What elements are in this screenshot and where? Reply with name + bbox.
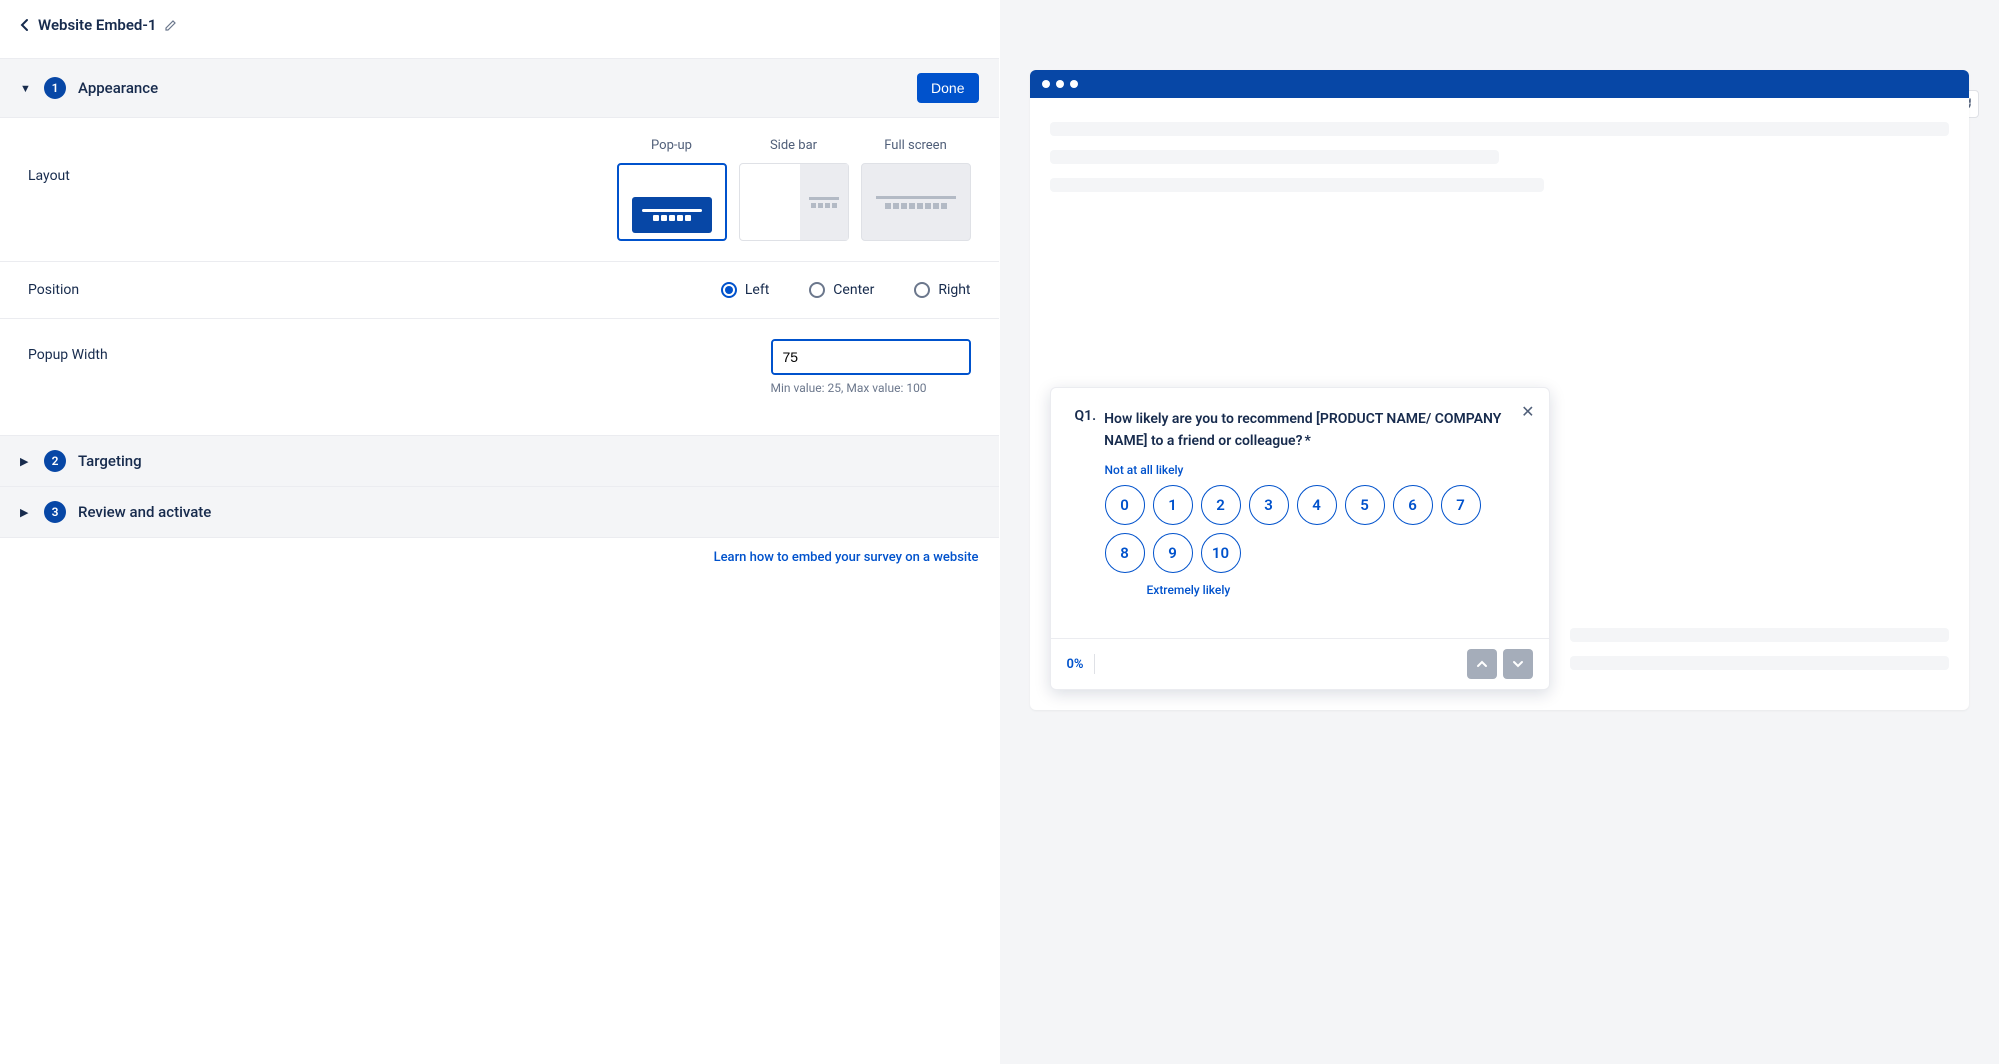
nav-prev-button[interactable] bbox=[1467, 649, 1497, 679]
chevron-up-icon bbox=[1476, 658, 1488, 670]
divider bbox=[1094, 654, 1095, 674]
caret-down-icon: ▼ bbox=[20, 82, 32, 95]
radio-icon bbox=[809, 282, 825, 298]
nps-option-5[interactable]: 5 bbox=[1345, 485, 1385, 525]
chevron-down-icon bbox=[1512, 658, 1524, 670]
section-title: Review and activate bbox=[78, 503, 211, 521]
position-radio-left[interactable]: Left bbox=[721, 282, 769, 298]
back-chevron-icon[interactable] bbox=[20, 18, 30, 32]
close-icon[interactable]: ✕ bbox=[1521, 402, 1534, 421]
nps-option-7[interactable]: 7 bbox=[1441, 485, 1481, 525]
section-appearance-header[interactable]: ▼ 1 Appearance Done bbox=[0, 58, 999, 118]
layout-option-fullscreen[interactable]: Full screen bbox=[861, 138, 971, 241]
step-badge: 2 bbox=[44, 450, 66, 472]
popup-width-hint: Min value: 25, Max value: 100 bbox=[771, 381, 927, 395]
nps-option-10[interactable]: 10 bbox=[1201, 533, 1241, 573]
done-button[interactable]: Done bbox=[917, 73, 978, 103]
layout-option-sidebar[interactable]: Side bar bbox=[739, 138, 849, 241]
position-radio-center[interactable]: Center bbox=[809, 282, 874, 298]
nps-option-1[interactable]: 1 bbox=[1153, 485, 1193, 525]
popup-width-label: Popup Width bbox=[28, 339, 228, 363]
step-badge: 3 bbox=[44, 501, 66, 523]
edit-pencil-icon[interactable] bbox=[164, 18, 178, 32]
help-link[interactable]: Learn how to embed your survey on a webs… bbox=[714, 550, 979, 565]
skeleton-line bbox=[1570, 628, 1950, 642]
nps-option-9[interactable]: 9 bbox=[1153, 533, 1193, 573]
section-review-header[interactable]: ▶ 3 Review and activate bbox=[0, 486, 999, 538]
section-targeting-header[interactable]: ▶ 2 Targeting bbox=[0, 435, 999, 486]
position-right-label: Right bbox=[938, 282, 970, 298]
layout-option-sidebar-label: Side bar bbox=[770, 138, 817, 153]
survey-popup: ✕ Q1. How likely are you to recommend [P… bbox=[1050, 387, 1550, 690]
nps-scale: 0 1 2 3 4 5 6 7 8 9 10 bbox=[1105, 485, 1525, 573]
nps-option-2[interactable]: 2 bbox=[1201, 485, 1241, 525]
scale-anchor-high: Extremely likely bbox=[1147, 583, 1525, 597]
scale-anchor-low: Not at all likely bbox=[1105, 463, 1525, 477]
preview-browser-bar bbox=[1030, 70, 1970, 98]
caret-right-icon: ▶ bbox=[20, 506, 32, 519]
nps-option-6[interactable]: 6 bbox=[1393, 485, 1433, 525]
layout-option-popup-label: Pop-up bbox=[651, 138, 692, 153]
required-mark: * bbox=[1304, 433, 1310, 449]
nps-option-4[interactable]: 4 bbox=[1297, 485, 1337, 525]
position-label: Position bbox=[28, 282, 228, 298]
nps-option-0[interactable]: 0 bbox=[1105, 485, 1145, 525]
skeleton-line bbox=[1050, 150, 1500, 164]
breadcrumb: Website Embed-1 bbox=[0, 0, 999, 58]
position-left-label: Left bbox=[745, 282, 769, 298]
skeleton-line bbox=[1050, 178, 1545, 192]
caret-right-icon: ▶ bbox=[20, 455, 32, 468]
layout-option-popup[interactable]: Pop-up bbox=[617, 138, 727, 241]
section-title: Appearance bbox=[78, 79, 158, 97]
layout-option-fullscreen-label: Full screen bbox=[884, 138, 947, 153]
question-number: Q1. bbox=[1075, 408, 1097, 453]
nps-option-8[interactable]: 8 bbox=[1105, 533, 1145, 573]
section-title: Targeting bbox=[78, 452, 142, 470]
question-text: How likely are you to recommend [PRODUCT… bbox=[1104, 408, 1524, 453]
preview-browser: ✕ Q1. How likely are you to recommend [P… bbox=[1030, 70, 1970, 710]
radio-icon bbox=[914, 282, 930, 298]
layout-label: Layout bbox=[28, 138, 228, 184]
nav-next-button[interactable] bbox=[1503, 649, 1533, 679]
progress-percent: 0% bbox=[1067, 657, 1084, 672]
position-radio-right[interactable]: Right bbox=[914, 282, 970, 298]
position-center-label: Center bbox=[833, 282, 874, 298]
page-title: Website Embed-1 bbox=[38, 16, 156, 34]
skeleton-line bbox=[1570, 656, 1950, 670]
radio-icon bbox=[721, 282, 737, 298]
skeleton-line bbox=[1050, 122, 1950, 136]
step-badge: 1 bbox=[44, 77, 66, 99]
nps-option-3[interactable]: 3 bbox=[1249, 485, 1289, 525]
popup-width-input[interactable] bbox=[773, 341, 971, 373]
